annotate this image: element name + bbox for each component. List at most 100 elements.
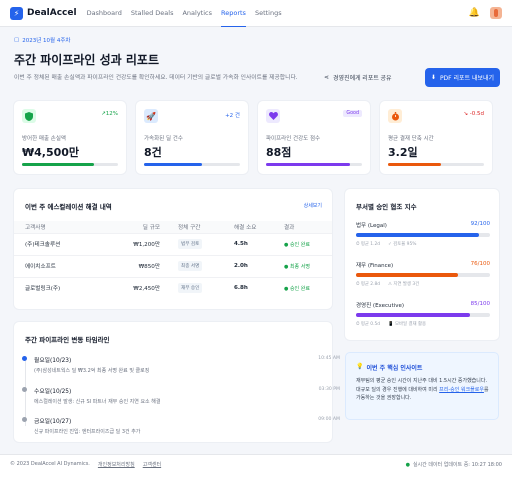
kpi-progress-fill	[388, 163, 441, 166]
department-meta-text: 평균 0.5d	[360, 321, 381, 327]
kpi-value: 8건	[144, 146, 162, 159]
department-meta-text: 평균 1.2d	[360, 241, 381, 247]
table-row[interactable]: 글로벌링크(주) ₩2,450만 재무 승인 6.8h ● 승인 완료	[14, 276, 332, 299]
timeline-item-desc: (주)삼성네트웍스 딜 ₩3.2억 최종 서명 완료 및 클로징	[34, 368, 150, 374]
nav-analytics[interactable]: Analytics	[182, 0, 212, 27]
logo-icon: ⚡	[10, 6, 23, 20]
export-label: PDF 리포트 내보내기	[439, 75, 495, 82]
live-status: ● 실시간 데이터 업데이트 중: 10:27 18:00	[405, 461, 502, 469]
kpi-label: 평균 결재 단축 시간	[388, 136, 434, 142]
result-text: 승인 완료	[289, 285, 310, 292]
bell-icon[interactable]: 🔔	[469, 8, 480, 18]
deal-amount: ₩850만	[102, 254, 160, 277]
kpi-card-deals: 🚀 +2 건 가속화된 딜 건수 8건	[136, 101, 248, 174]
shield-icon	[22, 109, 36, 123]
export-pdf-button[interactable]: ⬇ PDF 리포트 내보내기	[425, 68, 500, 87]
department-name: 법무 (Legal)	[356, 223, 387, 229]
kpi-progress-fill	[266, 163, 351, 166]
kpi-value: ₩4,500만	[22, 146, 80, 159]
table-row[interactable]: 에이치소프트 ₩850만 최종 서명 2.0h ● 최종 서명	[14, 254, 332, 277]
department-score: 85/100	[470, 301, 490, 307]
timeline-item: 금요일(10/27) 신규 파이프라인 진입: 엔터프라이즈급 딜 3건 추가 …	[22, 416, 340, 435]
share-label: 경영진에게 리포트 공유	[333, 76, 392, 82]
department-item: 경영진 (Executive) 85/100 ⏱ 평균 0.5d 📱 모바일 결재 …	[356, 301, 490, 327]
app-name: DealAccel	[27, 8, 77, 18]
privacy-link[interactable]: 개인정보처리방침	[98, 461, 135, 468]
department-name: 재무 (Finance)	[356, 263, 394, 269]
customer-name: 에이치소프트	[14, 254, 102, 277]
department-meta-text: 검토율 95%	[393, 241, 417, 247]
rocket-icon: 🚀	[144, 109, 158, 123]
deal-amount: ₩2,450만	[102, 276, 160, 299]
column-header: 결과	[284, 221, 332, 233]
resolve-time: 6.8h	[234, 276, 284, 299]
kpi-progress-bar	[388, 163, 484, 166]
resolve-time: 4.5h	[234, 232, 284, 255]
footer: © 2023 DealAccel AI Dynamics. 개인정보처리방침 고…	[0, 454, 512, 504]
result-status: ● 승인 완료	[284, 276, 332, 299]
department-progress-bar	[356, 233, 490, 237]
nav-stalled-deals[interactable]: Stalled Deals	[131, 0, 174, 27]
department-meta: ✓ 검토율 95%	[388, 241, 417, 247]
kpi-value: 88점	[266, 146, 292, 159]
department-progress-fill	[356, 273, 458, 277]
kpi-label: 방어한 매출 손실액	[22, 136, 66, 142]
download-icon: ⬇	[430, 74, 436, 81]
top-nav-bar: ⚡ DealAccel Dashboard Stalled Deals Anal…	[0, 0, 512, 27]
escalation-title: 이번 주 에스컬레이션 해결 내역	[25, 203, 112, 211]
column-header: 해결 소요	[234, 221, 284, 233]
result-text: 승인 완료	[289, 241, 310, 248]
app-logo[interactable]: ⚡ DealAccel	[10, 6, 77, 20]
kpi-progress-bar	[22, 163, 118, 166]
status-dot-icon: ●	[405, 461, 410, 468]
table-header-row: 고객사명 딜 규모 정체 구간 해결 소요 결과	[14, 221, 332, 233]
insight-link[interactable]: 프리-승인 워크플로우	[439, 387, 484, 393]
view-details-link[interactable]: 상세보기	[304, 202, 322, 209]
escalation-table: 고객사명 딜 규모 정체 구간 해결 소요 결과 (주)테크솔루션 ₩1,200…	[14, 221, 332, 299]
insight-body: 재무팀의 평균 승인 시간이 지난주 대비 1.5시간 증가했습니다. 대규모 …	[356, 377, 492, 403]
resolve-time: 2.0h	[234, 254, 284, 277]
report-date: ▢ 2023년 10월 4주차	[14, 36, 500, 44]
department-meta: ⏱ 평균 1.2d	[356, 241, 381, 247]
kpi-progress-bar	[144, 163, 240, 166]
nav-settings[interactable]: Settings	[255, 0, 282, 27]
timeline-item-desc: 신규 파이프라인 진입: 엔터프라이즈급 딜 3건 추가	[34, 429, 141, 435]
kpi-progress-fill	[22, 163, 94, 166]
kpi-progress-fill	[144, 163, 202, 166]
nav-dashboard[interactable]: Dashboard	[87, 0, 122, 27]
department-progress-fill	[356, 233, 480, 237]
timeline-item: 수요일(10/25) 에스컬레이션 발생: 신규 SI 파트너 재무 승인 지연…	[22, 386, 340, 405]
user-avatar[interactable]	[490, 7, 502, 19]
table-row[interactable]: (주)테크솔루션 ₩1,200만 법무 검토 4.5h ● 승인 완료	[14, 232, 332, 255]
kpi-delta: +2 건	[225, 113, 240, 119]
department-meta-text: 평균 2.8d	[360, 281, 381, 287]
insight-header: 💡 이번 주 핵심 인사이트	[356, 363, 422, 372]
timeline-item-time: 03:30 PM	[318, 387, 340, 392]
kpi-card-revenue: ↗12% 방어한 매출 손실액 ₩4,500만	[14, 101, 126, 174]
timeline-dot	[22, 387, 27, 392]
department-name: 경영진 (Executive)	[356, 303, 404, 309]
department-progress-bar	[356, 273, 490, 277]
page-description: 이번 주 정체된 매출 손실액과 파이프라인 건강도를 확인하세요. 데이터 기…	[14, 75, 298, 81]
stopwatch-icon	[388, 109, 402, 123]
share-icon: ⋖	[324, 75, 330, 81]
department-meta-text: 지연 발생 3건	[393, 281, 420, 287]
result-status: ● 최종 서명	[284, 254, 332, 277]
calendar-icon: ▢	[14, 37, 20, 43]
department-progress-bar	[356, 313, 490, 317]
department-meta: ⚠ 지연 발생 3건	[388, 281, 420, 287]
result-status: ● 승인 완료	[284, 232, 332, 255]
timeline-dot	[22, 356, 27, 361]
heart-icon	[266, 109, 280, 123]
timeline-item: 월요일(10/23) (주)삼성네트웍스 딜 ₩3.2억 최종 서명 완료 및 …	[22, 355, 340, 374]
timeline-item-title: 수요일(10/25)	[34, 389, 72, 395]
share-report-button[interactable]: ⋖ 경영진에게 리포트 공유	[324, 69, 420, 86]
nav-reports[interactable]: Reports	[221, 0, 246, 27]
department-score: 76/100	[470, 261, 490, 267]
timeline-item-title: 월요일(10/23)	[34, 358, 72, 364]
escalation-card: 이번 주 에스컬레이션 해결 내역 상세보기 고객사명 딜 규모 정체 구간 해…	[14, 189, 332, 309]
support-link[interactable]: 고객센터	[143, 461, 161, 468]
kpi-badge: Good	[343, 110, 362, 117]
department-meta: ⏱ 평균 2.8d	[356, 281, 381, 287]
department-title: 부서별 승인 협조 지수	[356, 203, 417, 211]
